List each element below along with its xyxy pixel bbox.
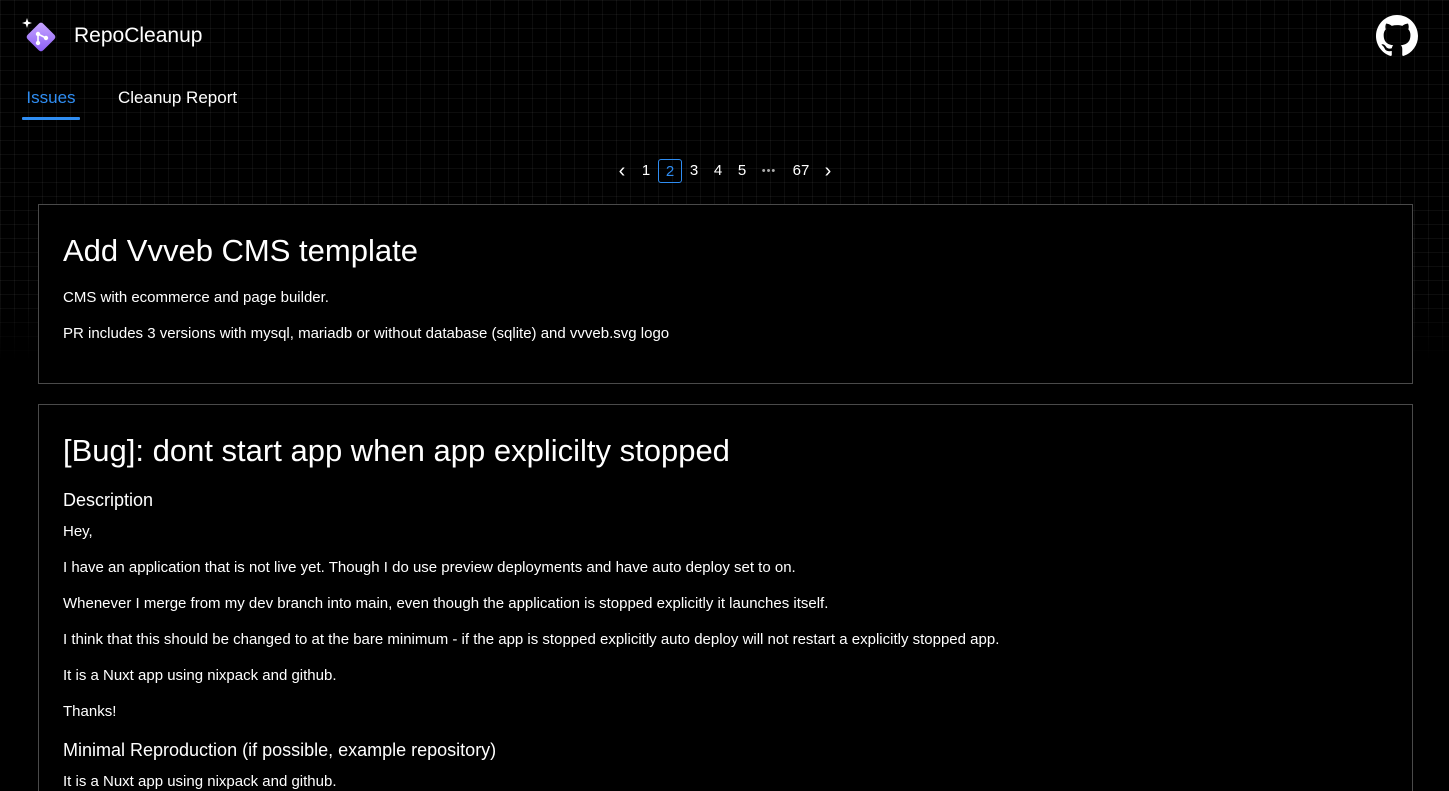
prev-page-icon[interactable]: ‹ xyxy=(612,159,632,183)
app-header: RepoCleanup xyxy=(0,0,1449,72)
issue-card: [Bug]: dont start app when app explicilt… xyxy=(38,404,1413,791)
issue-paragraph: Whenever I merge from my dev branch into… xyxy=(63,595,829,612)
tab-cleanup-report[interactable]: Cleanup Report xyxy=(118,78,237,118)
github-icon[interactable] xyxy=(1376,15,1418,57)
issue-paragraph: I think that this should be changed to a… xyxy=(63,631,1000,648)
page-1[interactable]: 1 xyxy=(638,159,654,183)
page-67[interactable]: 67 xyxy=(790,159,812,183)
section-heading: Minimal Reproduction (if possible, examp… xyxy=(63,740,497,760)
page-2-current[interactable]: 2 xyxy=(658,159,682,183)
issue-paragraph: PR includes 3 versions with mysql, maria… xyxy=(63,325,670,342)
git-sparkle-logo-icon[interactable] xyxy=(22,16,62,56)
issue-paragraph: CMS with ecommerce and page builder. xyxy=(63,289,329,306)
page-5[interactable]: 5 xyxy=(734,159,750,183)
issue-title: [Bug]: dont start app when app explicilt… xyxy=(63,433,730,468)
issue-paragraph: I have an application that is not live y… xyxy=(63,559,796,576)
issue-paragraph: It is a Nuxt app using nixpack and githu… xyxy=(63,773,337,790)
tab-issues[interactable]: Issues xyxy=(22,78,80,120)
issue-paragraph: Hey, xyxy=(63,523,93,540)
next-page-icon[interactable]: › xyxy=(818,159,838,183)
page-3[interactable]: 3 xyxy=(686,159,702,183)
page-4[interactable]: 4 xyxy=(710,159,726,183)
issue-title: Add Vvveb CMS template xyxy=(63,233,418,268)
issue-paragraph: It is a Nuxt app using nixpack and githu… xyxy=(63,667,337,684)
issue-paragraph: Thanks! xyxy=(63,703,117,720)
issue-card: Add Vvveb CMS template CMS with ecommerc… xyxy=(38,204,1413,384)
app-title: RepoCleanup xyxy=(74,24,203,47)
pagination-ellipsis[interactable]: ••• xyxy=(756,159,782,183)
section-heading: Description xyxy=(63,490,154,510)
